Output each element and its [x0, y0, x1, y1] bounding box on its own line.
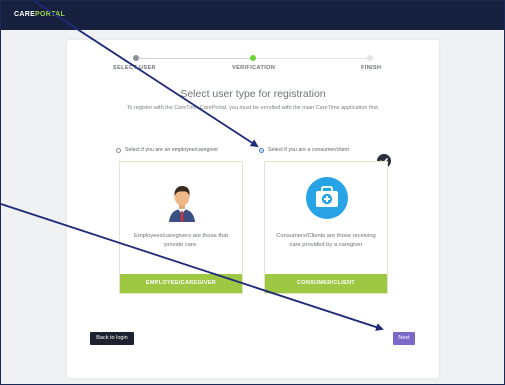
consumer-description: Consumers/Clients are those receiving ca…	[276, 233, 376, 248]
radio-employee-circle[interactable]	[116, 147, 121, 153]
stepper-line-pending	[255, 58, 369, 59]
step-label-finish: FINISH	[361, 65, 382, 71]
first-aid-kit-icon	[305, 176, 349, 220]
radio-consumer-circle[interactable]	[259, 147, 264, 153]
consumer-client-button[interactable]: CONSUMER/CLIENT	[265, 274, 387, 293]
step-dot-verification	[250, 55, 256, 61]
step-dot-finish	[367, 55, 373, 61]
next-button[interactable]: Next	[393, 332, 415, 345]
brand-logo: CAREPORTAL	[14, 11, 65, 18]
brand-primary: CARE	[14, 11, 36, 18]
top-header: CAREPORTAL	[1, 1, 504, 30]
radio-consumer-label: Select if you are a consumer/client	[268, 147, 349, 153]
brand-secondary: PORTAL	[35, 11, 66, 18]
option-card-employee[interactable]: Employees/caregivers are those that prov…	[119, 161, 243, 294]
page-title: Select user type for registration	[180, 88, 326, 100]
stepper-line-done	[136, 58, 252, 59]
page-subtitle: To register with the CareTime CarePortal…	[126, 105, 380, 111]
back-to-login-button[interactable]: Back to login	[90, 332, 134, 345]
step-dot-select-user	[133, 55, 139, 61]
option-card-consumer[interactable]: Consumers/Clients are those receiving ca…	[264, 161, 388, 294]
radio-employee[interactable]: Select if you are an employee/caregiver	[116, 147, 218, 153]
employee-caregiver-button[interactable]: EMPLOYEE/CAREGIVER	[120, 274, 242, 293]
step-label-verification: VERIFICATION	[232, 65, 276, 71]
employee-description: Employees/caregivers are those that prov…	[133, 233, 229, 248]
radio-consumer[interactable]: Select if you are a consumer/client	[259, 147, 349, 153]
app-window: CAREPORTAL SELECT USER VERIFICATION FINI…	[0, 0, 505, 385]
employee-avatar-icon	[162, 182, 202, 222]
step-label-select-user: SELECT USER	[113, 65, 156, 71]
radio-employee-label: Select if you are an employee/caregiver	[125, 147, 219, 153]
